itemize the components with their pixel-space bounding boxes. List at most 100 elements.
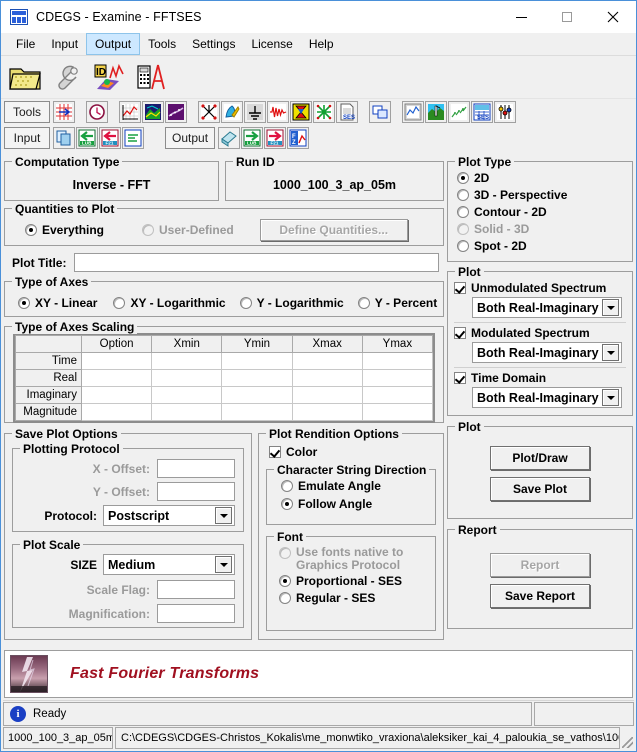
y-offset-input[interactable] (157, 482, 235, 501)
waveform-icon[interactable] (267, 101, 289, 123)
menu-file[interactable]: File (8, 33, 43, 55)
checkbox-unmodulated-spectrum[interactable]: Unmodulated Spectrum (454, 281, 626, 295)
scanner-icon[interactable] (218, 127, 241, 149)
wrench-icon[interactable] (47, 57, 87, 97)
radio-proportional-ses[interactable]: Proportional - SES (279, 574, 435, 588)
cell-imaginary-ymin[interactable] (221, 386, 293, 404)
cell-imaginary-xmin[interactable] (151, 386, 223, 404)
chevron-down-icon[interactable] (602, 344, 619, 361)
radio-xy-logarithmic[interactable]: XY - Logarithmic (113, 296, 226, 310)
cell-magnitude-ymax[interactable] (361, 403, 434, 421)
cell-magnitude-xmin[interactable] (151, 403, 223, 421)
cell-real-xmax[interactable] (291, 369, 363, 387)
cell-time-option[interactable] (80, 352, 153, 370)
cell-real-xmin[interactable] (151, 369, 223, 387)
scatter-plot-icon[interactable] (165, 101, 187, 123)
radio-y-logarithmic[interactable]: Y - Logarithmic (239, 296, 344, 310)
axes-scaling-table[interactable]: Option Xmin Ymin Xmax Ymax Time Real Ima… (15, 335, 434, 421)
export-right-icon[interactable]: LUB (241, 127, 264, 149)
plot-title-input[interactable] (74, 253, 439, 272)
open-folder-icon[interactable] (5, 57, 45, 97)
size-combo[interactable]: Medium (103, 554, 235, 575)
x-offset-input[interactable] (157, 459, 235, 478)
cell-imaginary-ymax[interactable] (361, 386, 434, 404)
maximize-icon[interactable] (544, 1, 590, 33)
calculator-compass-icon[interactable] (131, 57, 171, 97)
close-icon[interactable] (590, 1, 636, 33)
chevron-down-icon[interactable] (215, 507, 232, 524)
menu-help[interactable]: Help (301, 33, 342, 55)
save-plot-button[interactable]: Save Plot (490, 477, 590, 501)
cell-real-ymin[interactable] (221, 369, 293, 387)
fz-chart-icon[interactable]: FZ (287, 127, 310, 149)
graph-window-icon[interactable] (402, 101, 424, 123)
radio-everything[interactable]: Everything (25, 223, 104, 237)
checkbox-time-domain[interactable]: Time Domain (454, 371, 626, 385)
menu-input[interactable]: Input (43, 33, 86, 55)
cell-magnitude-option[interactable] (80, 403, 153, 421)
radio-solid-3d[interactable]: Solid - 3D (457, 222, 632, 236)
transform-icon[interactable] (290, 101, 312, 123)
plot-draw-button[interactable]: Plot/Draw (490, 446, 590, 470)
id-surface-plot-icon[interactable]: ID (89, 57, 129, 97)
checkbox-modulated-spectrum[interactable]: Modulated Spectrum (454, 326, 626, 340)
cell-real-ymax[interactable] (361, 369, 434, 387)
chart-line-icon[interactable] (119, 101, 141, 123)
save-report-button[interactable]: Save Report (490, 584, 590, 608)
cell-time-ymin[interactable] (221, 352, 293, 370)
radio-native-fonts[interactable]: Use fonts native to Graphics Protocol (279, 546, 435, 572)
define-quantities-button[interactable]: Define Quantities... (259, 219, 408, 241)
chevron-down-icon[interactable] (602, 299, 619, 316)
unmodulated-spectrum-combo[interactable]: Both Real-Imaginary (472, 297, 622, 318)
import-left-icon[interactable]: LUB (76, 127, 98, 149)
cell-magnitude-ymin[interactable] (221, 403, 293, 421)
spark-plot-icon[interactable] (448, 101, 470, 123)
menu-license[interactable]: License (243, 33, 300, 55)
menu-tools[interactable]: Tools (140, 33, 184, 55)
radio-2d[interactable]: 2D (457, 171, 632, 185)
ground-symbol-icon[interactable] (244, 101, 266, 123)
time-domain-combo[interactable]: Both Real-Imaginary (472, 387, 622, 408)
export-f21-icon[interactable]: F21 (264, 127, 287, 149)
copy-pages-icon[interactable] (53, 127, 75, 149)
cell-magnitude-xmax[interactable] (291, 403, 363, 421)
protocol-combo[interactable]: Postscript (103, 505, 235, 526)
mesh-grid-icon[interactable] (313, 101, 335, 123)
form-icon[interactable] (122, 127, 144, 149)
radio-contour-2d[interactable]: Contour - 2D (457, 205, 632, 219)
color-pen-icon[interactable] (221, 101, 243, 123)
radio-regular-ses[interactable]: Regular - SES (279, 591, 435, 605)
minimize-icon[interactable] (498, 1, 544, 33)
cell-time-xmin[interactable] (151, 352, 223, 370)
radio-spot-2d[interactable]: Spot - 2D (457, 239, 632, 253)
radio-emulate-angle[interactable]: Emulate Angle (281, 479, 435, 493)
terrain-plot-icon[interactable] (142, 101, 164, 123)
cell-time-ymax[interactable] (361, 352, 434, 370)
sliders-icon[interactable] (494, 101, 516, 123)
menu-output[interactable]: Output (86, 33, 141, 55)
cell-imaginary-option[interactable] (80, 386, 153, 404)
document-ses-icon[interactable]: SES (336, 101, 358, 123)
menu-settings[interactable]: Settings (184, 33, 243, 55)
resize-grip[interactable] (620, 727, 634, 749)
magnification-input[interactable] (157, 604, 235, 623)
chevron-down-icon[interactable] (602, 389, 619, 406)
radio-follow-angle[interactable]: Follow Angle (281, 497, 435, 511)
radio-3d-perspective[interactable]: 3D - Perspective (457, 188, 632, 202)
network-node-icon[interactable] (198, 101, 220, 123)
ses-table-icon[interactable]: SES (471, 101, 493, 123)
radio-xy-linear[interactable]: XY - Linear (18, 296, 97, 310)
window-copy-icon[interactable] (369, 101, 391, 123)
cell-imaginary-xmax[interactable] (291, 386, 363, 404)
terrain-profile-icon[interactable] (425, 101, 447, 123)
radio-user-defined[interactable]: User-Defined (142, 223, 234, 237)
chevron-down-icon[interactable] (215, 556, 232, 573)
report-button[interactable]: Report (490, 553, 590, 577)
modulated-spectrum-combo[interactable]: Both Real-Imaginary (472, 342, 622, 363)
clock-icon[interactable] (86, 101, 108, 123)
import-f21-icon[interactable]: F21 (99, 127, 121, 149)
grid-arrow-icon[interactable] (53, 101, 75, 123)
cell-time-xmax[interactable] (291, 352, 363, 370)
scale-flag-input[interactable] (157, 580, 235, 599)
cell-real-option[interactable] (80, 369, 153, 387)
